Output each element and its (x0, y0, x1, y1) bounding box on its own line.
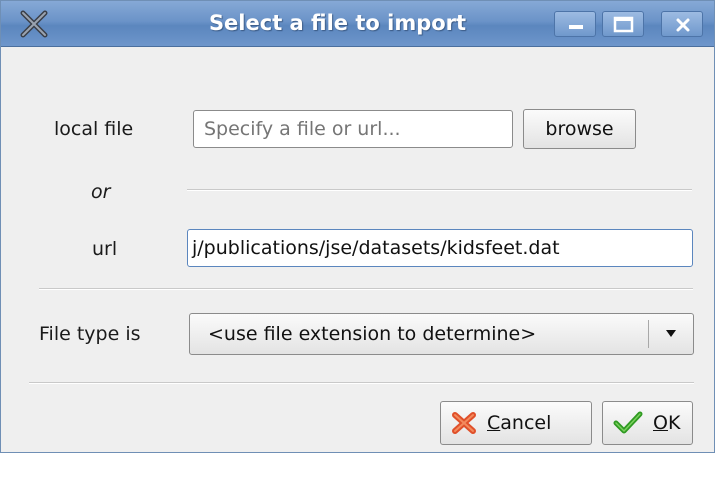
checkmark-icon (613, 411, 643, 434)
minimize-icon (569, 25, 583, 29)
close-window-button[interactable] (661, 11, 703, 37)
buttons-separator (29, 382, 694, 384)
maximize-icon (613, 16, 634, 33)
or-separator (187, 189, 692, 191)
cancel-mnemonic: C (487, 412, 501, 434)
file-type-selected-value: <use file extension to determine> (208, 323, 537, 345)
cancel-label-rest: ancel (500, 412, 552, 434)
cancel-button[interactable]: Cancel (440, 401, 592, 445)
ok-label-rest: K (667, 412, 681, 434)
or-label: or (91, 181, 111, 203)
ok-button[interactable]: OK (602, 401, 693, 445)
import-dialog: Select a file to import local file brows… (0, 0, 715, 453)
maximize-button[interactable] (602, 11, 644, 37)
url-input[interactable]: j/publications/jse/datasets/kidsfeet.dat (187, 229, 693, 267)
url-label: url (92, 238, 118, 260)
cancel-x-icon (452, 412, 476, 434)
close-icon (676, 18, 690, 32)
ok-label: OK (653, 404, 680, 442)
minimize-button[interactable] (554, 11, 596, 37)
file-type-label: File type is (39, 323, 141, 345)
browse-button[interactable]: browse (523, 109, 636, 149)
local-file-input[interactable] (193, 110, 513, 148)
dropdown-arrow-icon (666, 330, 676, 337)
cancel-label: Cancel (487, 404, 551, 442)
file-type-select[interactable]: <use file extension to determine> (189, 313, 694, 355)
url-separator (39, 288, 693, 290)
combo-divider (648, 320, 649, 348)
ok-mnemonic: O (653, 412, 668, 434)
local-file-label: local file (54, 118, 134, 140)
title-bar[interactable]: Select a file to import (1, 1, 714, 47)
